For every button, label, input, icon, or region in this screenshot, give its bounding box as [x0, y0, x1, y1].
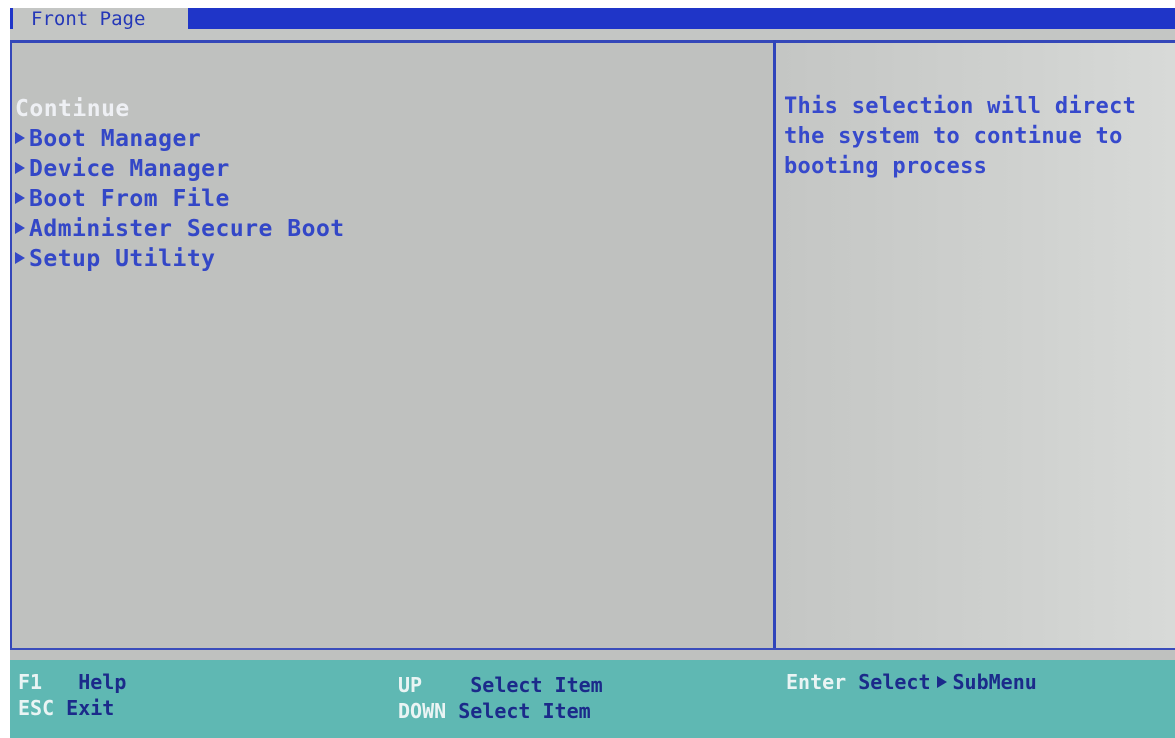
menu-item-label: Setup Utility — [29, 246, 216, 272]
submenu-arrow-icon — [15, 251, 25, 264]
menu-item-device-manager[interactable]: Device Manager — [15, 154, 755, 184]
menu-item-boot-manager[interactable]: Boot Manager — [15, 124, 755, 154]
menu-item-label: Boot From File — [29, 186, 230, 212]
key-description: Exit — [66, 696, 115, 720]
key-hint-f1: F1 Help — [18, 670, 126, 694]
submenu-arrow-icon — [15, 131, 25, 144]
key-description: Help — [78, 670, 127, 694]
menu-item-label: Boot Manager — [29, 126, 202, 152]
key-legend-footer: F1 Help ESC Exit UP Select Item DOWN Sel… — [10, 660, 1175, 738]
frame-top-border — [10, 40, 1175, 43]
menu-item-setup-utility[interactable]: Setup Utility — [15, 244, 755, 274]
tab-underlay — [10, 29, 1175, 40]
key-label: DOWN — [398, 699, 447, 723]
help-description: This selection will direct the system to… — [784, 94, 1137, 179]
menu-item-administer-secure-boot[interactable]: Administer Secure Boot — [15, 214, 755, 244]
frame-bottom-border — [10, 648, 1175, 650]
key-label: F1 — [18, 670, 43, 694]
key-description: Select Item — [458, 699, 591, 723]
menu-item-continue[interactable]: Continue — [15, 94, 755, 124]
frame-left-border — [10, 40, 12, 650]
menu-item-label: Continue — [15, 96, 130, 122]
key-hint-enter: Enter Select SubMenu — [786, 670, 1037, 694]
key-description-submenu: SubMenu — [952, 670, 1037, 694]
submenu-triangle-icon — [936, 675, 947, 688]
menu-item-label: Device Manager — [29, 156, 230, 182]
panel-divider — [773, 40, 776, 650]
key-hint-down: DOWN Select Item — [398, 699, 591, 723]
bios-screen: Front Page Continue Boot Manager Device … — [10, 8, 1175, 738]
key-description: Select — [858, 670, 931, 694]
key-label: UP — [398, 673, 423, 697]
submenu-arrow-icon — [15, 161, 25, 174]
key-hint-esc: ESC Exit — [18, 696, 114, 720]
key-hint-up: UP Select Item — [398, 673, 603, 697]
key-label: Enter — [786, 670, 847, 694]
menu-item-label: Administer Secure Boot — [29, 216, 345, 242]
submenu-arrow-icon — [15, 191, 25, 204]
key-label: ESC — [18, 696, 55, 720]
submenu-arrow-icon — [15, 221, 25, 234]
front-page-menu: Continue Boot Manager Device Manager Boo… — [15, 94, 755, 274]
menu-item-boot-from-file[interactable]: Boot From File — [15, 184, 755, 214]
key-description: Select Item — [470, 673, 603, 697]
